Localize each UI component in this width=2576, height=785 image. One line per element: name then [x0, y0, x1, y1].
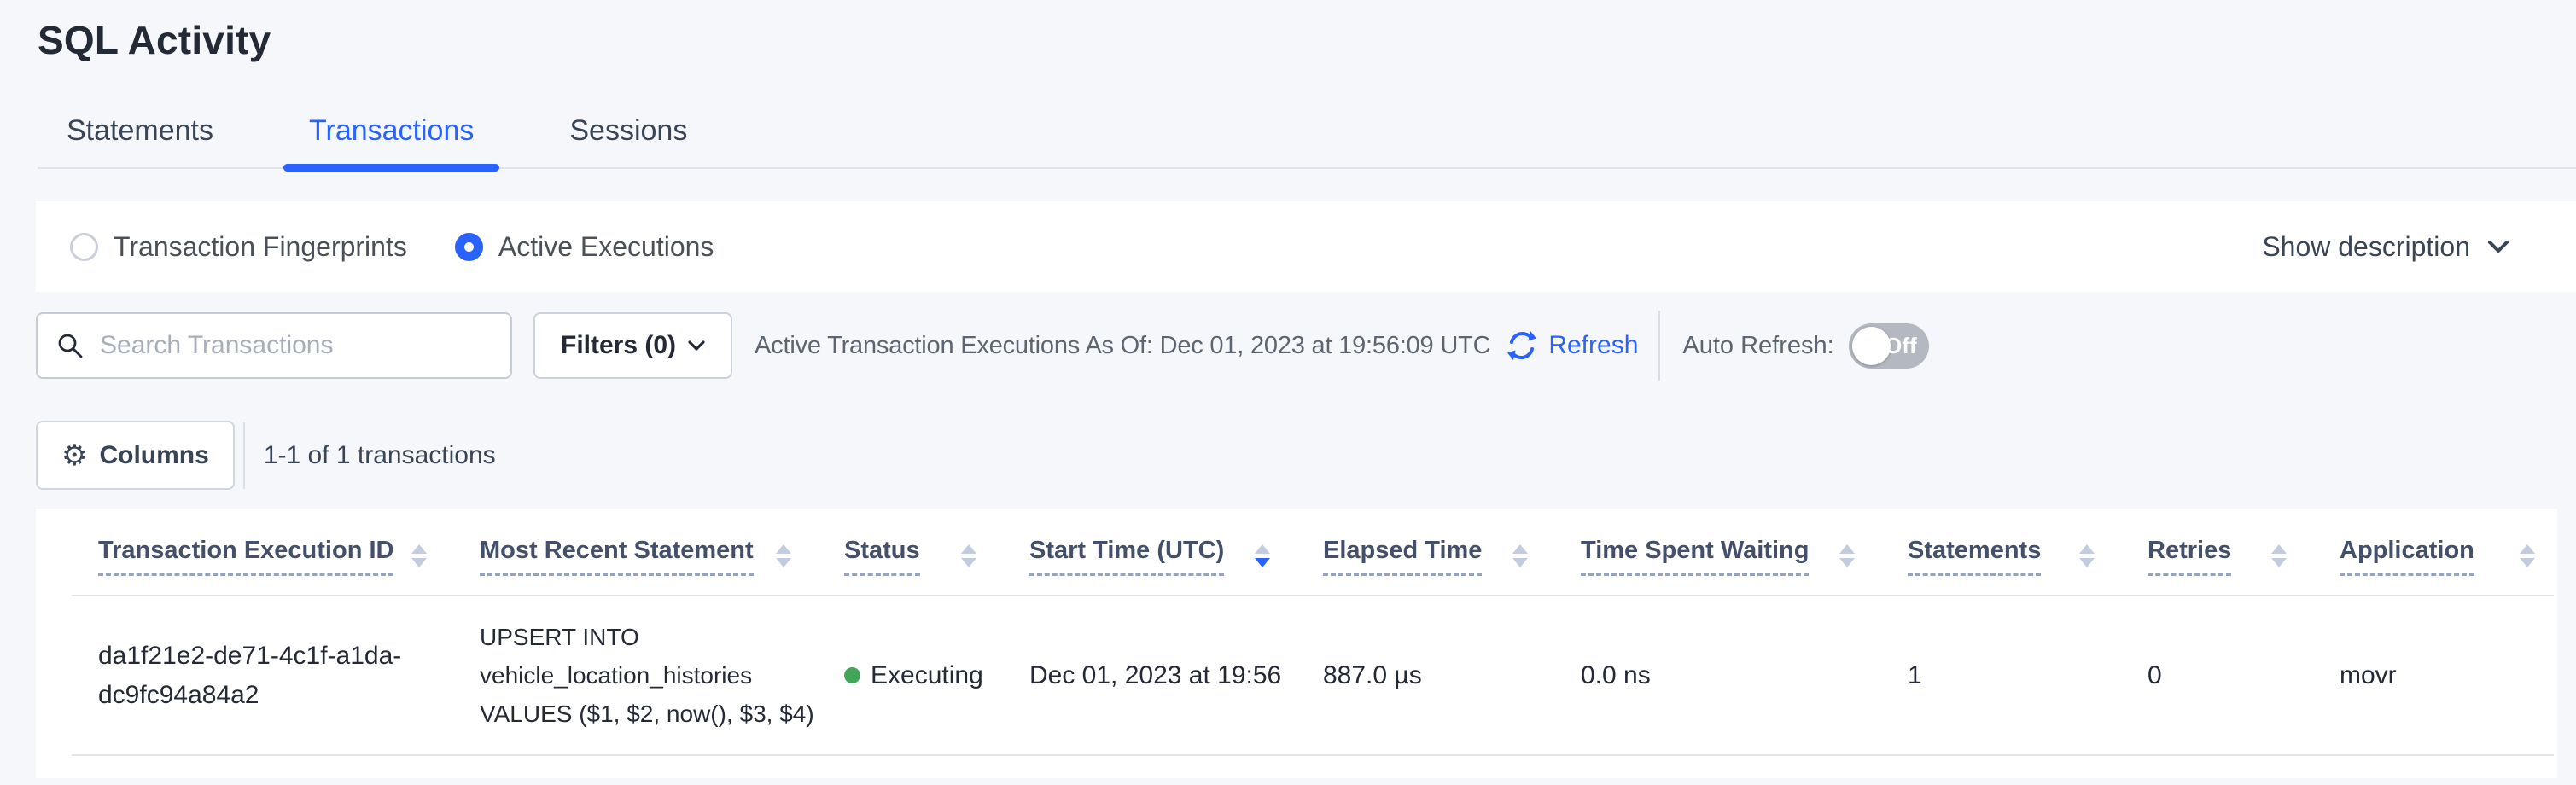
header-start-time[interactable]: Start Time (UTC)	[1029, 537, 1323, 576]
sort-arrows-icon	[776, 544, 791, 567]
sort-arrows-icon	[1512, 544, 1528, 567]
filters-button[interactable]: Filters (0)	[533, 312, 732, 379]
radio-transaction-fingerprints-label: Transaction Fingerprints	[114, 231, 407, 263]
sort-arrows-icon	[411, 544, 427, 567]
status-badge: Executing	[871, 656, 983, 695]
cell-status: Executing	[844, 656, 1029, 695]
tab-transactions-label: Transactions	[309, 114, 474, 147]
sort-arrows-icon	[2271, 544, 2287, 567]
table-toolbar-row: ⚙ Columns 1-1 of 1 transactions	[36, 421, 2557, 490]
header-most-recent-statement[interactable]: Most Recent Statement	[480, 537, 844, 576]
auto-refresh-state-label: Off	[1885, 323, 1917, 369]
tab-sessions-label: Sessions	[569, 114, 687, 147]
columns-button-label: Columns	[99, 441, 208, 470]
cell-most-recent-statement: UPSERT INTO vehicle_location_histories V…	[480, 618, 844, 733]
auto-refresh-label: Auto Refresh:	[1682, 332, 1833, 360]
cell-statements: 1	[1908, 656, 2148, 695]
header-time-spent-waiting[interactable]: Time Spent Waiting	[1581, 537, 1908, 576]
radio-selected-icon[interactable]	[455, 233, 483, 261]
auto-refresh-toggle[interactable]: Off	[1849, 323, 1929, 369]
header-application[interactable]: Application	[2340, 537, 2549, 576]
sort-arrows-icon	[2520, 544, 2535, 567]
vertical-divider	[243, 422, 245, 489]
cell-execution-id: da1f21e2-de71-4c1f-a1da-dc9fc94a84a2	[98, 637, 440, 715]
search-box	[36, 312, 512, 379]
as-of-timestamp: Active Transaction Executions As Of: Dec…	[755, 332, 1490, 360]
sort-arrows-active-icon	[1255, 544, 1270, 567]
view-mode-card: Transaction Fingerprints Active Executio…	[36, 201, 2576, 292]
show-description-label: Show description	[2262, 231, 2470, 263]
tab-transactions[interactable]: Transactions	[309, 114, 474, 167]
cell-application: movr	[2340, 656, 2549, 695]
cell-elapsed-time: 887.0 µs	[1323, 656, 1581, 695]
sort-arrows-icon	[1839, 544, 1855, 567]
show-description-toggle[interactable]: Show description	[2262, 231, 2542, 263]
cell-start-time: Dec 01, 2023 at 19:56	[1029, 656, 1323, 695]
result-count: 1-1 of 1 transactions	[264, 441, 496, 470]
vertical-divider	[1658, 311, 1660, 381]
row-divider	[72, 754, 2554, 756]
header-statements[interactable]: Statements	[1908, 537, 2148, 576]
refresh-button[interactable]: Refresh	[1506, 329, 1638, 362]
header-status[interactable]: Status	[844, 537, 1029, 576]
radio-transaction-fingerprints[interactable]: Transaction Fingerprints	[70, 231, 407, 263]
chevron-down-icon	[688, 340, 705, 352]
radio-unselected-icon[interactable]	[70, 233, 98, 261]
filters-button-label: Filters (0)	[561, 331, 676, 360]
refresh-button-label: Refresh	[1548, 331, 1638, 360]
tab-statements-label: Statements	[67, 114, 213, 147]
sql-activity-page: SQL Activity Statements Transactions Ses…	[0, 0, 2576, 785]
header-retries[interactable]: Retries	[2148, 537, 2340, 576]
cell-retries: 0	[2148, 656, 2340, 695]
transactions-table-card: Transaction Execution ID Most Recent Sta…	[36, 509, 2557, 778]
tab-bar: Statements Transactions Sessions	[38, 114, 2576, 169]
page-title: SQL Activity	[38, 17, 271, 63]
view-mode-radio-group: Transaction Fingerprints Active Executio…	[70, 231, 761, 263]
chevron-down-icon	[2487, 240, 2509, 254]
active-tab-underline	[283, 164, 499, 172]
status-executing-dot-icon	[844, 667, 860, 683]
sort-arrows-icon	[2079, 544, 2095, 567]
cell-time-spent-waiting: 0.0 ns	[1581, 656, 1908, 695]
refresh-icon	[1506, 329, 1538, 362]
header-elapsed-time[interactable]: Elapsed Time	[1323, 537, 1581, 576]
table-header-row: Transaction Execution ID Most Recent Sta…	[36, 509, 2557, 595]
gear-icon: ⚙	[61, 441, 87, 470]
sort-arrows-icon	[961, 544, 976, 567]
tab-statements[interactable]: Statements	[67, 114, 213, 167]
table-row: da1f21e2-de71-4c1f-a1da-dc9fc94a84a2 UPS…	[36, 596, 2557, 754]
search-input[interactable]	[36, 312, 512, 379]
header-transaction-execution-id[interactable]: Transaction Execution ID	[98, 537, 480, 576]
table-controls-row: Filters (0) Active Transaction Execution…	[36, 312, 2557, 379]
radio-active-executions-label: Active Executions	[498, 231, 714, 263]
radio-active-executions[interactable]: Active Executions	[455, 231, 714, 263]
columns-button[interactable]: ⚙ Columns	[36, 421, 235, 490]
tab-sessions[interactable]: Sessions	[569, 114, 687, 167]
